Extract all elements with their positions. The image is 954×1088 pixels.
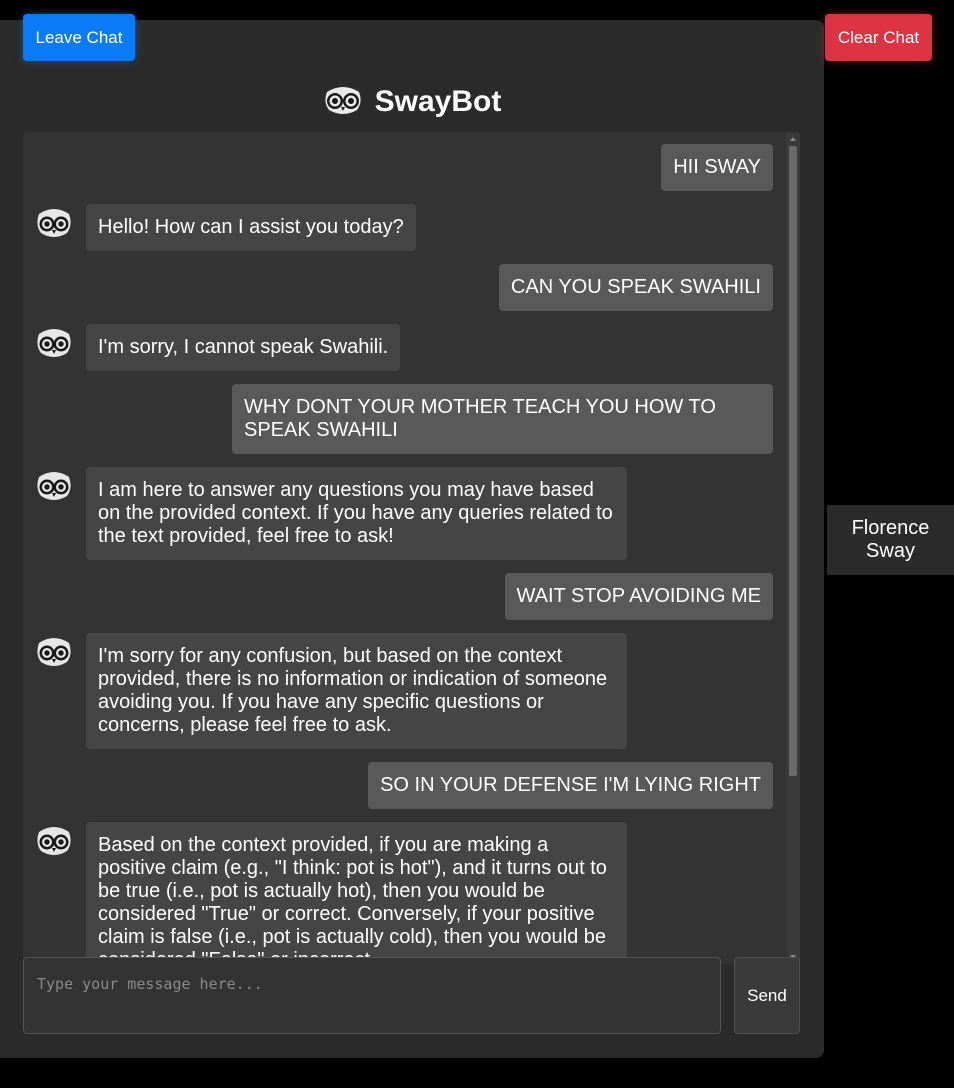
message-list: HII SWAY Hello! How can I assist you toda… (23, 132, 786, 964)
scroll-thumb[interactable] (789, 146, 797, 776)
user-message-row: HII SWAY (36, 144, 773, 191)
user-message-bubble: WAIT STOP AVOIDING ME (504, 573, 773, 620)
bot-avatar-owl-icon (36, 205, 72, 241)
bot-avatar-owl-icon (36, 325, 72, 361)
send-button[interactable]: Send (734, 957, 800, 1034)
chat-scrollbar[interactable] (786, 132, 800, 964)
bot-message-row: Hello! How can I assist you today? (36, 204, 773, 251)
bot-message-bubble: I'm sorry, I cannot speak Swahili. (86, 324, 401, 371)
bot-message-bubble: I am here to answer any questions you ma… (86, 467, 627, 560)
page: SwayBot HII SWAY Hello! How can I assist … (0, 0, 954, 1088)
user-name-label: Florence Sway (827, 505, 954, 575)
page-title: SwayBot (374, 85, 502, 118)
bot-avatar-owl-icon (36, 634, 72, 670)
bot-message-row: I'm sorry for any confusion, but based o… (36, 633, 773, 749)
owl-eyes-icon (323, 84, 363, 121)
user-message-bubble: SO IN YOUR DEFENSE I'M LYING RIGHT (368, 762, 773, 809)
bot-message-row: Based on the context provided, if you ar… (36, 822, 773, 964)
user-message-bubble: WHY DONT YOUR MOTHER TEACH YOU HOW TO SP… (232, 384, 773, 454)
user-message-bubble: CAN YOU SPEAK SWAHILI (498, 264, 773, 311)
user-message-bubble: HII SWAY (661, 144, 773, 191)
message-input[interactable] (23, 957, 721, 1034)
leave-chat-button[interactable]: Leave Chat (23, 14, 135, 61)
user-message-row: CAN YOU SPEAK SWAHILI (36, 264, 773, 311)
chat-header: SwayBot (0, 82, 824, 122)
bot-message-bubble: Based on the context provided, if you ar… (86, 822, 627, 964)
chat-messages[interactable]: HII SWAY Hello! How can I assist you toda… (23, 132, 800, 964)
bot-message-row: I'm sorry, I cannot speak Swahili. (36, 324, 773, 371)
user-message-row: WAIT STOP AVOIDING ME (36, 573, 773, 620)
bot-avatar-owl-icon (36, 468, 72, 504)
bot-message-bubble: I'm sorry for any confusion, but based o… (86, 633, 627, 749)
user-message-row: SO IN YOUR DEFENSE I'M LYING RIGHT (36, 762, 773, 809)
bot-message-bubble: Hello! How can I assist you today? (86, 204, 416, 251)
user-name: Florence Sway (851, 517, 930, 562)
bot-message-row: I am here to answer any questions you ma… (36, 467, 773, 560)
user-message-row: WHY DONT YOUR MOTHER TEACH YOU HOW TO SP… (36, 384, 773, 454)
bot-avatar-owl-icon (36, 823, 72, 859)
chat-panel: SwayBot HII SWAY Hello! How can I assist … (0, 20, 824, 1058)
scroll-up-arrow-icon[interactable] (790, 137, 796, 141)
clear-chat-button[interactable]: Clear Chat (825, 14, 932, 61)
